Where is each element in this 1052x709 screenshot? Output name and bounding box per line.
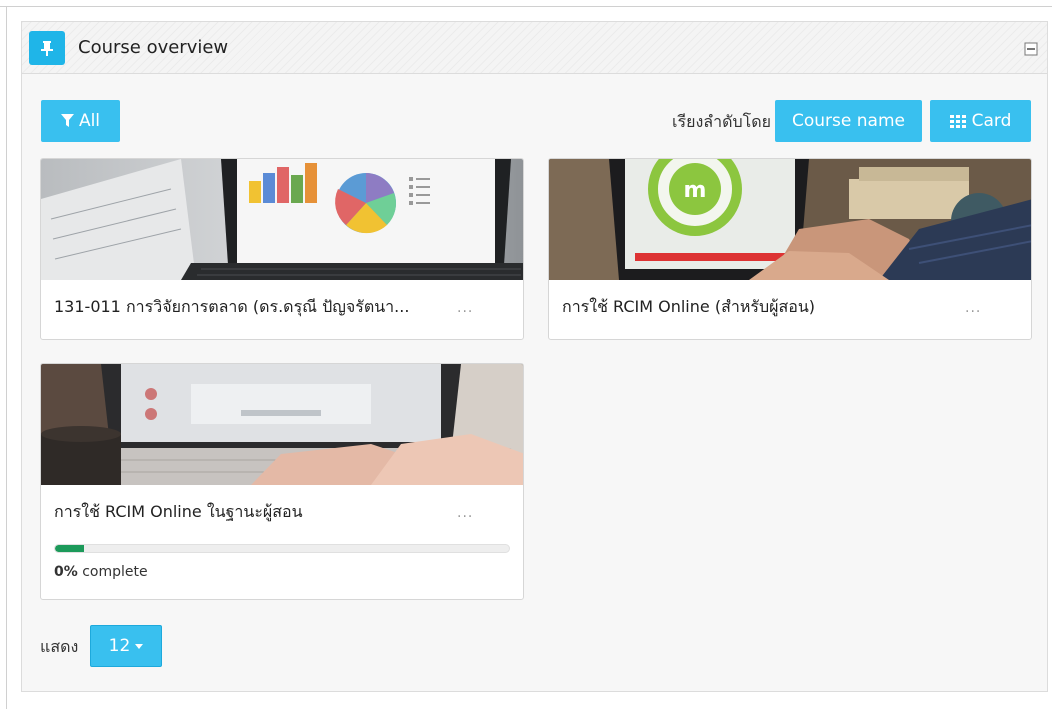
course-title[interactable]: 131-011 การวิจัยการตลาด (ดร.ดรุณี ปัญจรั… — [54, 295, 444, 320]
filter-icon — [60, 114, 74, 127]
course-overview-block: Course overview All เรียงลำดับโดย Course… — [21, 21, 1048, 692]
course-progress-fill — [55, 545, 84, 552]
course-progress-text: 0% complete — [54, 564, 148, 580]
progress-suffix: complete — [77, 564, 148, 580]
pin-icon — [29, 31, 65, 65]
course-menu-button[interactable]: ... — [965, 300, 981, 316]
filter-label: All — [78, 111, 101, 131]
course-title[interactable]: การใช้ RCIM Online (สำหรับผู้สอน) — [562, 295, 952, 320]
per-page-dropdown[interactable]: 12 — [90, 625, 162, 667]
course-progress-bar — [54, 544, 510, 553]
page-left-border — [6, 6, 7, 709]
laptop-moodle-image[interactable]: m — [549, 159, 1031, 280]
collapse-icon[interactable] — [1024, 41, 1038, 56]
filter-all-button[interactable]: All — [41, 100, 120, 142]
caret-down-icon — [135, 643, 144, 649]
svg-text:m: m — [684, 178, 707, 203]
show-per-page-label: แสดง — [40, 637, 79, 656]
page-top-border — [0, 6, 1052, 7]
course-menu-button[interactable]: ... — [457, 300, 473, 316]
sort-label: Course name — [792, 111, 905, 131]
laptop-charts-image[interactable] — [41, 159, 523, 280]
sort-by-label: เรียงลำดับโดย — [672, 112, 771, 131]
course-card[interactable]: m การใช้ RCIM Online (สำหรับผู้สอน) ... — [548, 158, 1032, 340]
course-title[interactable]: การใช้ RCIM Online ในฐานะผู้สอน — [54, 500, 444, 525]
view-label: Card — [971, 111, 1012, 131]
grid-icon — [949, 114, 966, 128]
course-card[interactable]: 131-011 การวิจัยการตลาด (ดร.ดรุณี ปัญจรั… — [40, 158, 524, 340]
view-card-button[interactable]: Card — [930, 100, 1031, 142]
per-page-value: 12 — [108, 636, 131, 656]
block-title: Course overview — [78, 37, 229, 58]
progress-percent: 0% — [54, 564, 78, 580]
course-card[interactable]: การใช้ RCIM Online ในฐานะผู้สอน ... 0% c… — [40, 363, 524, 600]
laptop-coffee-image[interactable] — [41, 364, 523, 485]
course-menu-button[interactable]: ... — [457, 505, 473, 521]
sort-course-name-button[interactable]: Course name — [775, 100, 922, 142]
block-header: Course overview — [22, 22, 1047, 74]
